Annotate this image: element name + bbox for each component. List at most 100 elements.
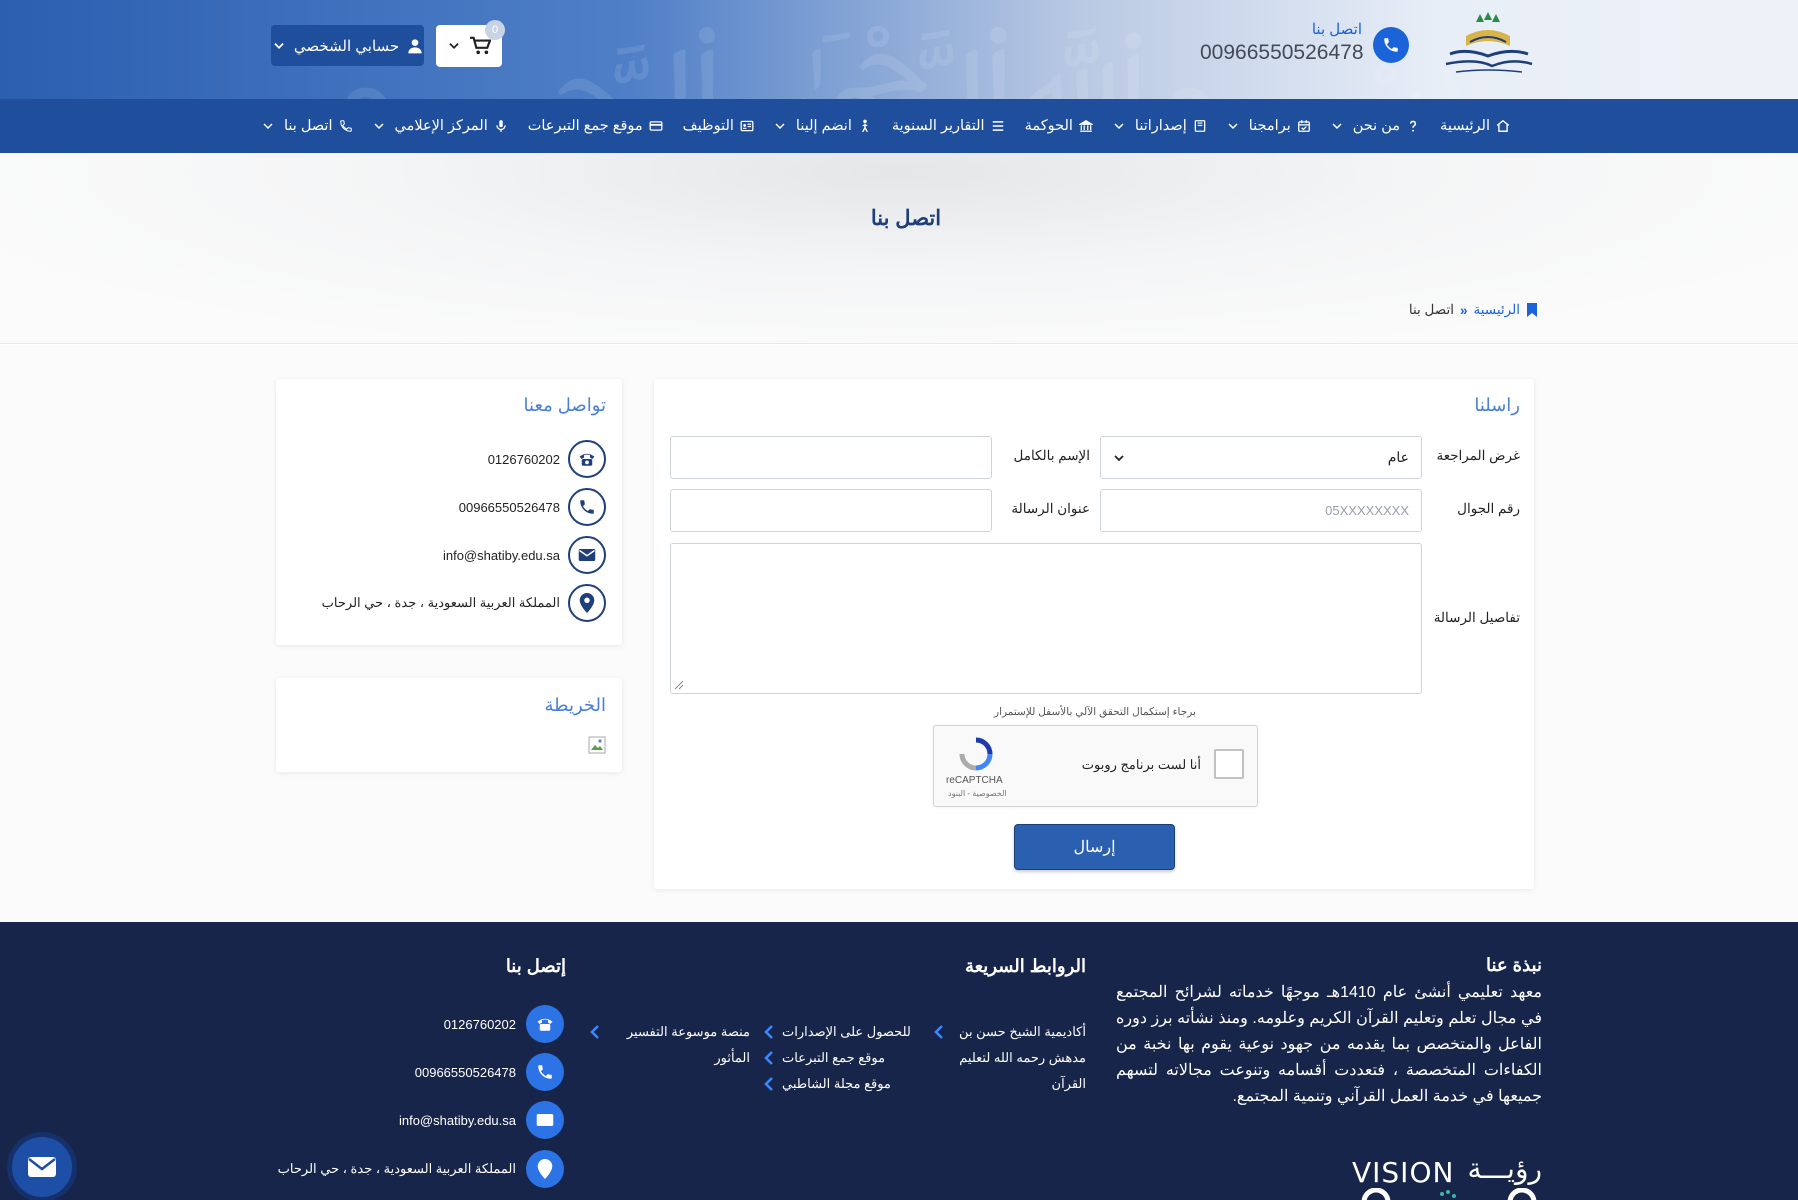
question-icon	[1409, 120, 1417, 132]
chevron-left-icon	[764, 1051, 773, 1065]
nav-item-2[interactable]: من نحن	[1321, 99, 1430, 153]
chevron-down-icon	[775, 123, 785, 130]
chevron-down-icon	[449, 43, 459, 49]
chevron-left-icon	[934, 1025, 943, 1039]
nav-item-label: التقارير السنوية	[891, 118, 985, 134]
subject-field[interactable]	[671, 490, 991, 531]
location-pin-icon	[568, 584, 606, 622]
floating-contact-button[interactable]	[7, 1132, 77, 1200]
vision-ar-text: رؤيـــة	[1467, 1152, 1542, 1185]
bank-icon	[1078, 120, 1093, 132]
contact-info-text[interactable]: 00966550526478	[459, 500, 560, 515]
mobile-input[interactable]	[1100, 489, 1422, 532]
home-icon	[1496, 119, 1510, 132]
site-logo[interactable]	[1436, 12, 1540, 84]
nav-item-5[interactable]: الحوكمة	[1015, 99, 1103, 153]
footer-contact-text[interactable]: المملكة العربية السعودية ، جدة ، حي الرح…	[278, 1161, 516, 1177]
phone-icon	[526, 1053, 564, 1091]
vision-en-text: VISION	[1352, 1156, 1455, 1189]
footer-contact-text[interactable]: 00966550526478	[415, 1065, 516, 1080]
id-card-icon	[740, 120, 754, 132]
cart-count-badge: 0	[485, 20, 505, 40]
footer-quick-link-label: أكاديمية الشيخ حسن بن مدهش رحمه الله لتع…	[959, 1024, 1086, 1091]
subject-label: عنوان الرسالة	[1011, 501, 1090, 516]
purpose-label: غرض المراجعة	[1436, 448, 1520, 463]
header-phone-number[interactable]: 00966550526478	[1200, 41, 1364, 65]
footer-contact-text[interactable]: info@shatiby.edu.sa	[399, 1113, 516, 1128]
phone-icon	[339, 120, 352, 132]
account-menu-button[interactable]: حسابي الشخصي	[271, 25, 424, 66]
nav-item-8[interactable]: التوظيف	[673, 99, 764, 153]
nav-item-label: إصداراتنا	[1134, 118, 1187, 134]
footer-about-text: معهد تعليمي أنشئ عام 1410هـ موجهًا خدمات…	[1116, 984, 1542, 1105]
recaptcha-checkbox[interactable]	[1214, 749, 1244, 779]
nav-item-label: من نحن	[1352, 118, 1401, 134]
fullname-field[interactable]	[671, 437, 991, 478]
details-label: تفاصيل الرسالة	[1433, 610, 1520, 625]
chevron-left-icon	[764, 1077, 773, 1091]
recaptcha-label: أنا لست برنامج روبوت	[1081, 757, 1201, 772]
bookmark-icon	[1527, 303, 1537, 317]
footer-quick-link[interactable]: موقع جمع التبرعات	[764, 1045, 916, 1071]
contact-info-text[interactable]: 0126760202	[488, 452, 560, 467]
chevron-down-icon	[274, 42, 284, 49]
contact-info-item: المملكة العربية السعودية ، جدة ، حي الرح…	[322, 584, 606, 622]
map-card	[276, 678, 622, 772]
footer-quick-link[interactable]: أكاديمية الشيخ حسن بن مدهش رحمه الله لتع…	[934, 1019, 1086, 1097]
breadcrumb-separator: »	[1459, 302, 1468, 318]
nav-item-label: موقع جمع التبرعات	[527, 118, 643, 134]
contact-info-item: info@shatiby.edu.sa	[443, 536, 606, 574]
nav-item-label: الحوكمة	[1024, 118, 1073, 134]
footer-quick-link[interactable]: منصة موسوعة التفسير المأثور	[590, 1019, 750, 1071]
form-title: راسلنا	[1474, 395, 1520, 415]
contact-info-item: 0126760202	[488, 440, 606, 478]
footer-quick-link-label: موقع مجلة الشاطبي	[782, 1076, 891, 1091]
person-icon	[861, 119, 868, 133]
footer-contact-item: info@shatiby.edu.sa	[399, 1101, 564, 1139]
mobile-field[interactable]	[1101, 490, 1421, 531]
book-icon	[1194, 120, 1206, 132]
recaptcha-terms-link[interactable]: الخصوصية - البنود	[948, 789, 1007, 798]
nav-item-1[interactable]: الرئيسية	[1430, 99, 1520, 153]
fullname-input[interactable]	[670, 436, 992, 479]
nav-item-label: التوظيف	[682, 118, 734, 134]
nav-item-7[interactable]: انضم إلينا	[764, 99, 882, 153]
contact-info-title: تواصل معنا	[523, 395, 606, 415]
chevron-down-icon	[1114, 123, 1124, 130]
purpose-select[interactable]: عام	[1100, 436, 1422, 479]
envelope-icon	[28, 1157, 56, 1177]
contact-info-text[interactable]: info@shatiby.edu.sa	[443, 548, 560, 563]
resize-handle-icon[interactable]	[673, 679, 685, 691]
contact-info-text[interactable]: المملكة العربية السعودية ، جدة ، حي الرح…	[322, 595, 560, 611]
telephone-icon	[568, 440, 606, 478]
purpose-select-value: عام	[1387, 449, 1409, 465]
footer-links-title: الروابط السريعة	[964, 956, 1086, 976]
call-icon[interactable]	[1373, 27, 1409, 63]
subject-input[interactable]	[670, 489, 992, 532]
footer-quick-link[interactable]: موقع مجلة الشاطبي	[764, 1071, 916, 1097]
user-icon	[408, 38, 422, 53]
call-label[interactable]: اتصل بنا	[1250, 20, 1362, 38]
chevron-down-icon	[373, 123, 384, 130]
main-nav: الرئيسية من نحن برامجنا إصداراتنا الحوكمة الت…	[0, 99, 1798, 153]
nav-item-10[interactable]: المركز الإعلامي	[363, 99, 518, 153]
telephone-icon	[526, 1005, 564, 1043]
submit-button[interactable]: إرسال	[1014, 824, 1175, 870]
footer-contact-text[interactable]: 0126760202	[444, 1017, 516, 1032]
nav-item-6[interactable]: التقارير السنوية	[882, 99, 1015, 153]
credit-card-icon	[649, 121, 663, 131]
nav-item-11[interactable]: اتصل بنا	[252, 99, 362, 153]
chevron-down-icon	[1114, 455, 1124, 462]
footer-quick-link[interactable]: للحصول على الإصدارات	[764, 1019, 916, 1045]
recaptcha-widget: أنا لست برنامج روبوت reCAPTCHA الخصوصية …	[933, 725, 1258, 807]
mobile-label: رقم الجوال	[1457, 501, 1520, 516]
nav-item-9[interactable]: موقع جمع التبرعات	[518, 99, 673, 153]
chevron-left-icon	[590, 1025, 599, 1039]
breadcrumb: الرئيسية » اتصل بنا	[1409, 302, 1538, 318]
breadcrumb-home-link[interactable]: الرئيسية	[1474, 302, 1521, 318]
nav-item-4[interactable]: إصداراتنا	[1103, 99, 1217, 153]
map-title: الخريطة	[544, 695, 606, 715]
nav-item-3[interactable]: برامجنا	[1217, 99, 1321, 153]
footer-contact-title: إتصل بنا	[505, 956, 566, 976]
details-textarea[interactable]	[670, 543, 1422, 694]
